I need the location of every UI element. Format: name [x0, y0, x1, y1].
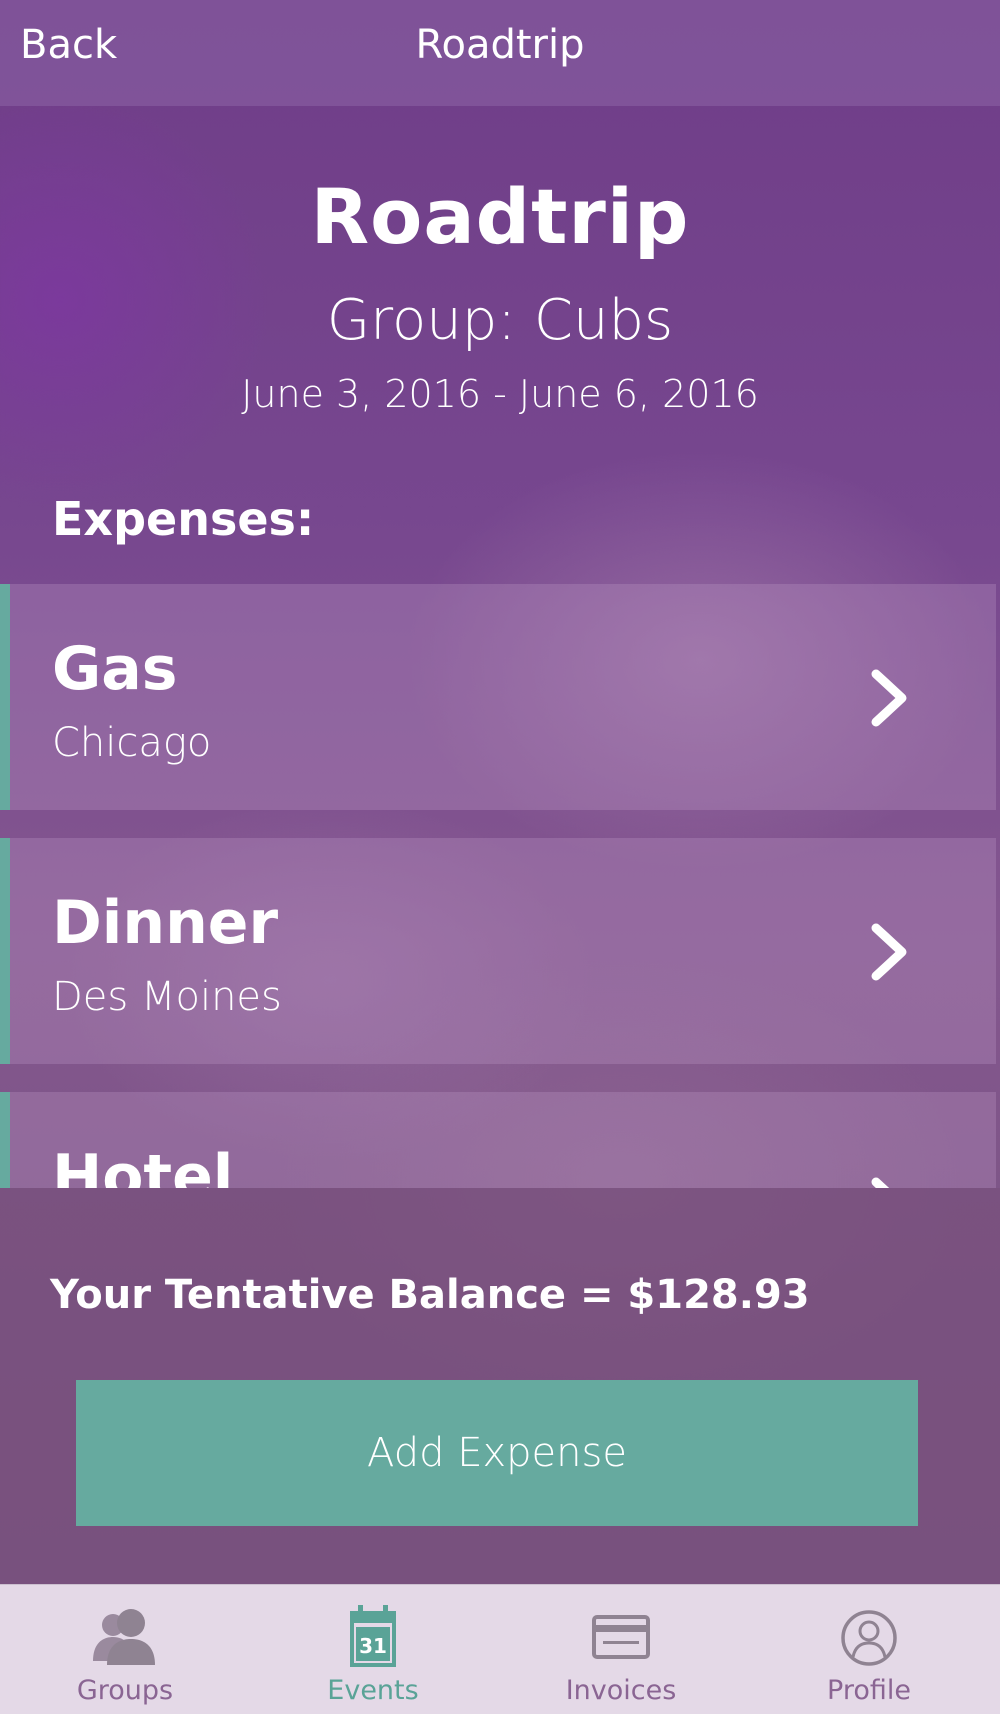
tab-groups[interactable]: Groups — [0, 1585, 250, 1714]
expense-row[interactable]: Dinner Des Moines — [0, 838, 996, 1064]
tab-bar: Groups 31 Events Invoices Profile — [0, 1584, 1000, 1714]
chevron-right-icon — [871, 669, 907, 727]
event-group: Group: Cubs — [326, 288, 674, 353]
tab-events[interactable]: 31 Events — [248, 1585, 498, 1714]
expense-row[interactable]: Gas Chicago — [0, 584, 996, 810]
expense-list: Gas Chicago Dinner Des Moines Hotel — [0, 584, 1000, 1188]
tab-profile[interactable]: Profile — [744, 1585, 994, 1714]
expense-name: Gas — [52, 634, 178, 704]
expenses-section-label: Expenses: — [52, 492, 315, 546]
svg-text:31: 31 — [359, 1634, 387, 1658]
tab-label: Invoices — [565, 1675, 677, 1706]
chevron-right-icon — [871, 1177, 890, 1188]
expense-name: Hotel — [52, 1142, 234, 1188]
tab-label: Events — [327, 1675, 419, 1706]
calendar-icon: 31 — [350, 1605, 396, 1667]
expense-row[interactable]: Hotel — [0, 1092, 996, 1188]
groups-icon — [93, 1609, 155, 1665]
tab-label: Profile — [827, 1675, 911, 1706]
summary-panel: Your Tentative Balance = $128.93 Add Exp… — [0, 1188, 1000, 1584]
expense-name: Dinner — [52, 888, 279, 958]
credit-card-icon — [592, 1615, 650, 1659]
event-date-range: June 3, 2016 - June 6, 2016 — [241, 372, 759, 416]
tentative-balance: Your Tentative Balance = $128.93 — [50, 1272, 810, 1318]
navigation-bar: Back Roadtrip — [0, 0, 1000, 106]
event-title: Roadtrip — [310, 172, 690, 261]
tab-label: Groups — [76, 1675, 174, 1706]
nav-title: Roadtrip — [415, 22, 585, 68]
profile-icon — [841, 1610, 897, 1666]
tab-invoices[interactable]: Invoices — [496, 1585, 746, 1714]
chevron-right-icon — [871, 923, 907, 981]
expense-location: Chicago — [52, 720, 212, 766]
expense-location: Des Moines — [52, 974, 282, 1020]
add-expense-button[interactable]: Add Expense — [76, 1380, 918, 1526]
